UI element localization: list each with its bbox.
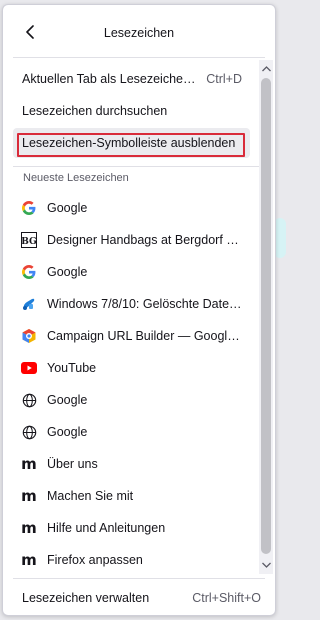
bookmark-item-machen-sie-mit[interactable]: m Machen Sie mit (13, 480, 250, 512)
scroll-up-button[interactable] (259, 62, 273, 76)
vertical-scrollbar[interactable] (259, 60, 273, 574)
bookmark-label: Windows 7/8/10: Gelöschte Dateien... (47, 297, 250, 311)
bookmark-current-tab-label: Aktuellen Tab als Lesezeichen h... (22, 72, 201, 86)
mozilla-m-icon: m (21, 488, 37, 504)
mozilla-m-icon: m (21, 520, 37, 536)
hide-bookmarks-toolbar-item[interactable]: Lesezeichen-Symbolleiste ausblenden (13, 128, 250, 158)
bookmark-item-bergdorf[interactable]: BG Designer Handbags at Bergdorf Go... (13, 224, 250, 256)
bookmark-item-campaign-url-builder[interactable]: Campaign URL Builder — Google A... (13, 320, 250, 352)
recent-bookmarks-heading: Neueste Lesezeichen (23, 172, 129, 184)
panel-title: Lesezeichen (103, 26, 175, 40)
bookmark-item-google-3[interactable]: Google (13, 384, 250, 416)
bookmark-item-google-4[interactable]: Google (13, 416, 250, 448)
google-icon (21, 200, 37, 216)
bookmark-label: Machen Sie mit (47, 489, 134, 503)
bookmark-item-youtube[interactable]: YouTube (13, 352, 250, 384)
bookmark-label: Google (47, 201, 88, 215)
youtube-icon (21, 360, 37, 376)
menu-divider (13, 166, 265, 167)
footer-divider (13, 578, 265, 579)
scrollbar-thumb[interactable] (261, 78, 271, 554)
mozilla-m-icon: m (21, 552, 37, 568)
mozilla-m-text: m (21, 456, 37, 472)
bookmark-label: Hilfe und Anleitungen (47, 521, 166, 535)
chevron-up-icon (261, 66, 271, 72)
bookmark-item-windows[interactable]: Windows 7/8/10: Gelöschte Dateien... (13, 288, 250, 320)
google-icon (21, 264, 37, 280)
panel-header: Lesezeichen (3, 5, 275, 57)
globe-icon (21, 424, 37, 440)
bookmark-label: Über uns (47, 457, 98, 471)
scroll-down-button[interactable] (259, 558, 273, 572)
campaign-url-builder-icon (21, 328, 37, 344)
mozilla-m-text: m (21, 488, 37, 504)
mozilla-m-text: m (21, 552, 37, 568)
bookmark-label: Campaign URL Builder — Google A... (47, 329, 250, 343)
bookmark-label: Firefox anpassen (47, 553, 143, 567)
bookmark-label: YouTube (47, 361, 97, 375)
bookmarks-scroll-area[interactable]: Aktuellen Tab als Lesezeichen h... Ctrl+… (3, 58, 275, 576)
bookmark-label: Designer Handbags at Bergdorf Go... (47, 233, 250, 247)
search-bookmarks-item[interactable]: Lesezeichen durchsuchen (13, 96, 250, 126)
bookmark-current-tab-item[interactable]: Aktuellen Tab als Lesezeichen h... Ctrl+… (13, 64, 250, 94)
bookmark-label: Google (47, 265, 88, 279)
windows-blue-icon (21, 296, 37, 312)
bookmark-label: Google (47, 393, 88, 407)
bookmark-item-google-1[interactable]: Google (13, 192, 250, 224)
manage-bookmarks-label: Lesezeichen verwalten (22, 591, 150, 605)
bookmark-item-ueber-uns[interactable]: m Über uns (13, 448, 250, 480)
bergdorf-bg-icon: BG (21, 232, 37, 248)
search-bookmarks-label: Lesezeichen durchsuchen (22, 104, 168, 118)
hide-bookmarks-toolbar-label: Lesezeichen-Symbolleiste ausblenden (22, 136, 236, 150)
bookmark-label: Google (47, 425, 88, 439)
bookmark-item-google-2[interactable]: Google (13, 256, 250, 288)
manage-bookmarks-item[interactable]: Lesezeichen verwalten Ctrl+Shift+O (13, 585, 265, 611)
bergdorf-icon-text: BG (21, 237, 36, 247)
mozilla-m-icon: m (21, 456, 37, 472)
chevron-down-icon (261, 562, 271, 568)
manage-bookmarks-shortcut: Ctrl+Shift+O (192, 591, 261, 605)
globe-icon (21, 392, 37, 408)
mozilla-m-text: m (21, 520, 37, 536)
bookmarks-panel: Lesezeichen Aktuellen Tab als Lesezeiche… (2, 4, 276, 616)
bookmark-item-firefox-anpassen[interactable]: m Firefox anpassen (13, 544, 250, 576)
bookmark-current-tab-shortcut: Ctrl+D (206, 72, 242, 86)
bookmark-item-hilfe[interactable]: m Hilfe und Anleitungen (13, 512, 250, 544)
